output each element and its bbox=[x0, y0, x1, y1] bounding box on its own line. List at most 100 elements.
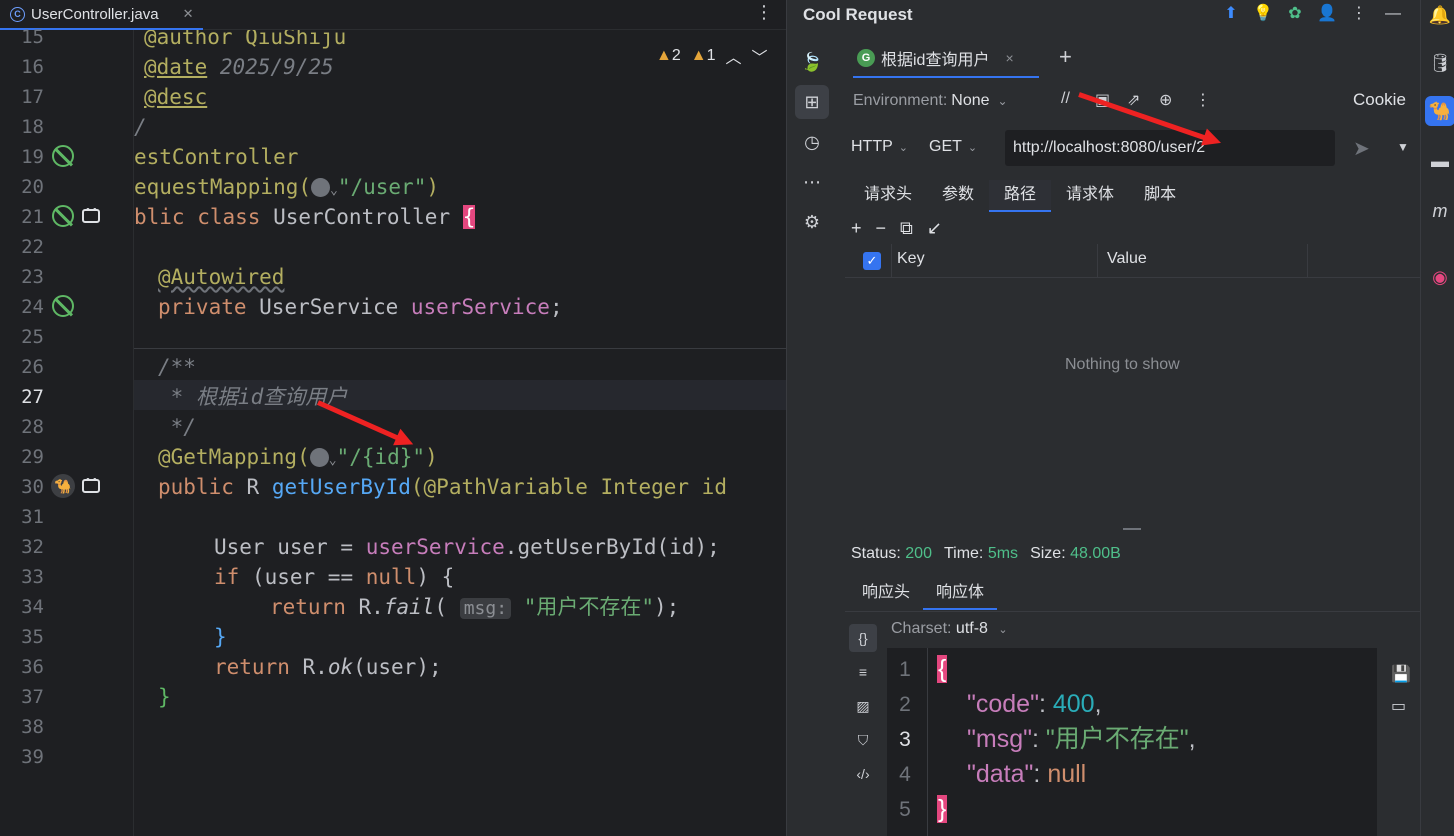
close-icon[interactable]: × bbox=[1005, 50, 1013, 66]
cookie-button[interactable]: Cookie bbox=[1353, 90, 1406, 110]
tab-response-headers[interactable]: 响应头 bbox=[849, 578, 923, 610]
history-clock-icon[interactable]: ◷ bbox=[795, 125, 829, 159]
line-number: 22 bbox=[21, 236, 44, 258]
chevron-down-icon[interactable]: ⌄ bbox=[330, 183, 338, 198]
close-icon[interactable]: ✕ bbox=[183, 6, 194, 22]
chevron-down-icon[interactable]: ⌄ bbox=[329, 453, 337, 468]
text-view-icon[interactable]: ≡ bbox=[849, 658, 877, 686]
notifications-icon[interactable]: 🔔 bbox=[1425, 0, 1454, 30]
code-editor[interactable]: C UserController.java ✕ ⋮ ▲2 ▲1 ︿ ﹀ 15 1… bbox=[0, 0, 786, 836]
code-line-23: @Autowired bbox=[158, 265, 285, 289]
split-handle[interactable] bbox=[1123, 528, 1141, 530]
request-tab[interactable]: G 根据id查询用户 × bbox=[857, 42, 1014, 74]
html-view-icon[interactable]: ⛉ bbox=[849, 726, 877, 754]
request-section-tabs: 请求头 参数 路径 请求体 脚本 bbox=[849, 180, 1191, 212]
url-input[interactable] bbox=[1005, 130, 1335, 166]
spring-bean-icon[interactable] bbox=[52, 145, 74, 167]
charset-selector[interactable]: Charset: utf-8 ⌄ bbox=[891, 620, 1008, 638]
tab-body[interactable]: 请求体 bbox=[1051, 180, 1129, 212]
more-options-icon[interactable]: ⋮ bbox=[1195, 90, 1211, 110]
java-class-icon: C bbox=[10, 6, 25, 22]
code-area[interactable]: @author QiuShiju @date 2025/9/25 @desc /… bbox=[134, 30, 786, 836]
method-select[interactable]: GET ⌄ bbox=[929, 138, 977, 156]
tab-params[interactable]: 参数 bbox=[927, 180, 989, 212]
import-icon[interactable]: ↙ bbox=[927, 218, 942, 239]
globe-icon[interactable] bbox=[309, 448, 329, 467]
code-line-20: equestMapping(⌄"/user") bbox=[134, 175, 440, 199]
tab-path[interactable]: 路径 bbox=[989, 180, 1052, 212]
maven-icon[interactable]: m bbox=[1425, 196, 1454, 226]
response-status: Status: 200 Time: 5ms Size: 48.00B bbox=[851, 545, 1121, 562]
panel-header: Cool Request ⬆ 💡 ✿ 👤 ⋮ — bbox=[787, 0, 1421, 30]
user-icon[interactable]: 👤 bbox=[1317, 4, 1337, 24]
editor-tab-bar: C UserController.java ✕ ⋮ bbox=[0, 0, 786, 30]
lightbulb-icon[interactable]: 💡 bbox=[1253, 4, 1273, 24]
column-key: Key bbox=[897, 250, 925, 267]
tab-script[interactable]: 脚本 bbox=[1129, 180, 1191, 212]
cool-request-run-icon[interactable]: 🐪 bbox=[51, 474, 75, 498]
panel-title: Cool Request bbox=[803, 5, 913, 24]
chevron-down-icon: ⌄ bbox=[898, 142, 908, 154]
spring-leaf-icon[interactable]: 🍃 bbox=[795, 45, 829, 79]
send-options-chevron-icon[interactable]: ▼ bbox=[1397, 140, 1409, 154]
environment-selector[interactable]: Environment: None ⌄ bbox=[853, 88, 1008, 114]
code-line-35: } bbox=[214, 625, 227, 649]
openai-icon[interactable]: ✿ bbox=[1285, 4, 1305, 24]
response-size: 48.00B bbox=[1070, 545, 1121, 562]
code-line-19: estController bbox=[134, 145, 299, 169]
json-response-viewer[interactable]: 1 2 3 4 5 { "code": 400, "msg": "用户不存在",… bbox=[887, 648, 1377, 836]
json-line: "msg": "用户不存在", bbox=[967, 725, 1196, 753]
request-mapping-icon[interactable] bbox=[82, 474, 100, 493]
plugin-icon[interactable]: ◉ bbox=[1425, 262, 1454, 292]
more-options-icon[interactable]: ⋮ bbox=[755, 2, 773, 23]
code-line-33: if (user == null) { bbox=[214, 565, 455, 589]
get-method-icon: G bbox=[857, 49, 875, 67]
copy-icon[interactable]: ⧉ bbox=[900, 218, 913, 239]
spring-bean-icon[interactable] bbox=[52, 205, 74, 227]
settings-gear-icon[interactable]: ⚙ bbox=[795, 205, 829, 239]
line-number: 15 bbox=[21, 26, 44, 48]
add-tab-button[interactable]: + bbox=[1059, 44, 1072, 70]
terminal-icon[interactable]: ▬ bbox=[1425, 146, 1454, 176]
http-request-icon[interactable]: ⊞ bbox=[795, 85, 829, 119]
json-line: "code": 400, bbox=[967, 690, 1102, 718]
send-icon[interactable]: ➤ bbox=[1353, 136, 1370, 161]
divider bbox=[927, 648, 928, 836]
tab-response-body[interactable]: 响应体 bbox=[923, 578, 998, 610]
response-view-toolbar: {} ≡ ▨ ⛉ ‹/› bbox=[849, 624, 881, 794]
save-icon[interactable]: 💾 bbox=[1391, 664, 1411, 684]
line-number: 30 bbox=[21, 476, 44, 498]
chevron-down-icon: ⌄ bbox=[967, 142, 978, 154]
line-number: 39 bbox=[21, 746, 44, 768]
request-mapping-icon[interactable] bbox=[82, 204, 100, 223]
xml-view-icon[interactable]: ‹/› bbox=[849, 760, 877, 788]
add-icon[interactable]: + bbox=[851, 218, 862, 239]
chevron-down-icon: ⌄ bbox=[997, 94, 1008, 108]
line-number: 17 bbox=[21, 86, 44, 108]
more-icon[interactable]: ⋯ bbox=[795, 165, 829, 199]
method-separator bbox=[134, 348, 786, 349]
column-value: Value bbox=[1107, 250, 1147, 267]
select-all-checkbox[interactable]: ✓ bbox=[863, 252, 881, 270]
line-number: 24 bbox=[21, 296, 44, 318]
code-line-36: return R.ok(user); bbox=[214, 655, 442, 679]
window-icon[interactable]: ▭ bbox=[1391, 696, 1406, 716]
target-icon[interactable]: ⊕ bbox=[1159, 90, 1172, 110]
protocol-select[interactable]: HTTP ⌄ bbox=[851, 138, 908, 156]
tab-headers[interactable]: 请求头 bbox=[849, 180, 927, 212]
line-number: 18 bbox=[21, 116, 44, 138]
comment-slash-icon[interactable]: // bbox=[1061, 90, 1070, 108]
autowired-bean-icon[interactable] bbox=[52, 295, 74, 317]
globe-icon[interactable] bbox=[311, 178, 331, 197]
line-number: 34 bbox=[21, 596, 44, 618]
more-options-icon[interactable]: ⋮ bbox=[1349, 4, 1369, 24]
image-view-icon[interactable]: ▨ bbox=[849, 692, 877, 720]
database-icon[interactable]: 🛢 bbox=[1425, 48, 1454, 78]
code-line-17: @desc bbox=[144, 85, 208, 109]
update-icon[interactable]: ⬆ bbox=[1221, 4, 1241, 24]
cool-request-tool-icon[interactable]: 🐪 bbox=[1425, 96, 1454, 126]
remove-icon[interactable]: − bbox=[876, 218, 887, 239]
minimize-icon[interactable]: — bbox=[1383, 4, 1403, 24]
json-view-icon[interactable]: {} bbox=[849, 624, 877, 652]
open-external-icon[interactable]: ⇗ bbox=[1127, 90, 1140, 110]
